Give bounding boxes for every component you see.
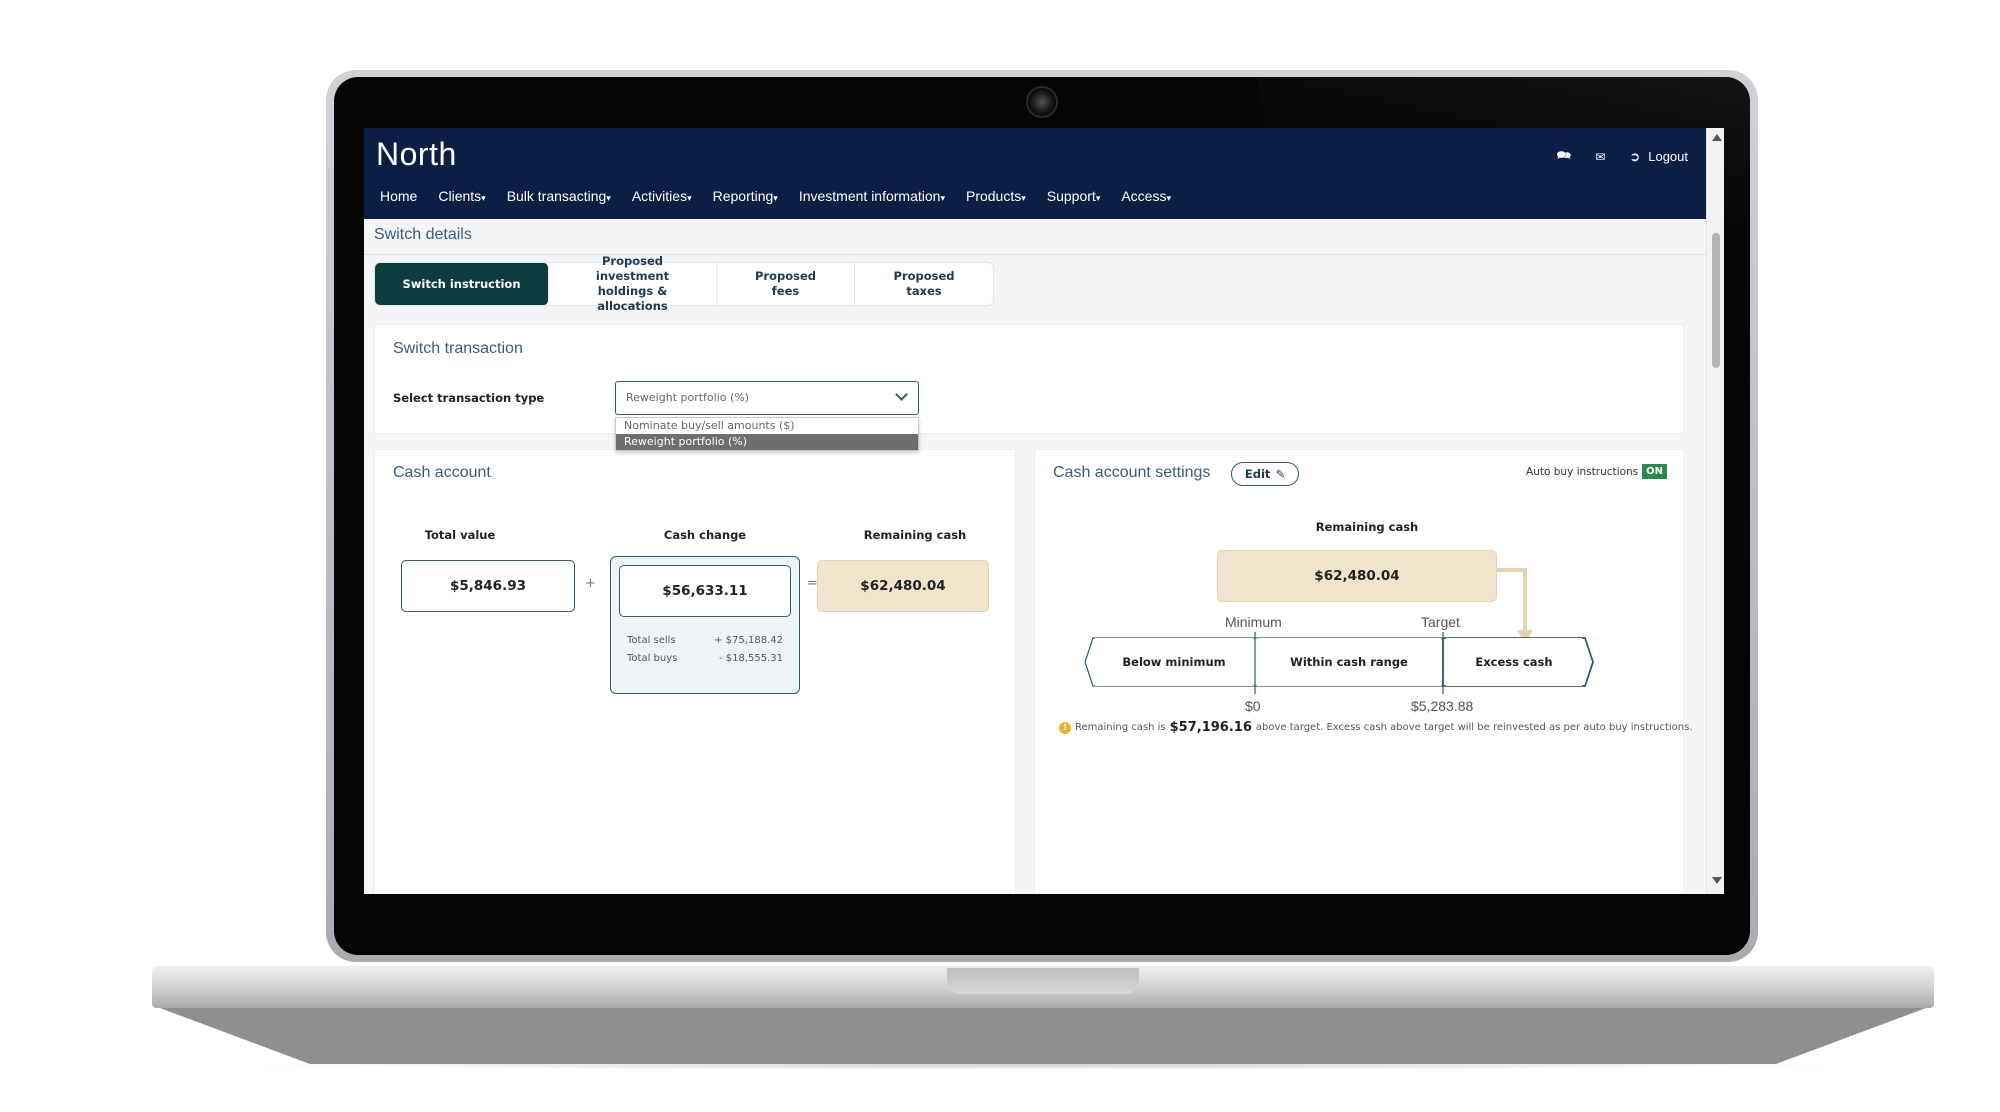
tab-proposed-holdings[interactable]: Proposed investment holdings & allocatio… <box>549 254 717 313</box>
info-amount: $57,196.16 <box>1169 720 1252 735</box>
transaction-type-value: Reweight portfolio (%) <box>626 391 750 404</box>
info-prefix: Remaining cash is <box>1075 722 1166 733</box>
cash-change-label: Cash change <box>663 528 747 542</box>
caret-down-icon: ▾ <box>1166 193 1171 203</box>
target-label: Target <box>1421 614 1460 630</box>
page-title: Switch details <box>374 226 472 243</box>
switch-transaction-panel: Switch transaction Select transaction ty… <box>374 324 1684 451</box>
nav-products[interactable]: Products▾ <box>966 188 1026 204</box>
page-header: Switch details <box>364 219 1706 255</box>
header-actions: 🗪 ✉ ➲ Logout <box>1556 146 1688 167</box>
option-nominate-amounts[interactable]: Nominate buy/sell amounts ($) <box>616 418 918 434</box>
cash-change-group: $56,633.11 Total sells + $75,188.42 Tota… <box>610 556 800 694</box>
nav-label: Home <box>380 188 418 204</box>
nav-reporting[interactable]: Reporting▾ <box>713 188 778 204</box>
laptop-notch <box>947 968 1139 994</box>
logout-button[interactable]: ➲ Logout <box>1629 149 1688 165</box>
plus-sign: + <box>585 576 596 591</box>
vertical-scrollbar[interactable] <box>1706 128 1724 894</box>
cash-change-box: $56,633.11 <box>619 565 791 617</box>
caret-down-icon: ▾ <box>773 193 778 203</box>
total-value-box: $5,846.93 <box>401 560 575 612</box>
tab-proposed-fees[interactable]: Proposed fees <box>717 263 855 305</box>
nav-label: Access <box>1121 188 1167 204</box>
caret-down-icon: ▾ <box>606 193 611 203</box>
tab-switch-instruction[interactable]: Switch instruction <box>375 263 549 305</box>
nav-label: Products <box>965 188 1022 204</box>
scroll-up-icon[interactable] <box>1712 134 1722 141</box>
switch-transaction-title: Switch transaction <box>393 340 523 357</box>
cash-settings-panel: Cash account settings Edit ✎ Auto buy in… <box>1034 449 1693 894</box>
chevron-down-icon <box>895 388 908 401</box>
nav-label: Bulk transacting <box>506 188 607 204</box>
nav-clients[interactable]: Clients▾ <box>438 188 485 204</box>
caret-down-icon: ▾ <box>481 193 486 203</box>
nav-label: Reporting <box>712 188 774 204</box>
transaction-type-label: Select transaction type <box>393 391 545 405</box>
remaining-cash-box: $62,480.04 <box>817 560 989 612</box>
nav-access[interactable]: Access▾ <box>1121 188 1171 204</box>
cash-info-message: ! Remaining cash is $57,196.16 above tar… <box>1059 720 1693 735</box>
north-app: North 🗪 ✉ ➲ Logout Home Clients▾ Bulk tr… <box>364 128 1706 894</box>
caret-down-icon: ▾ <box>1021 193 1026 203</box>
logout-icon: ➲ <box>1629 148 1641 164</box>
total-buys-label: Total buys <box>627 653 678 664</box>
nav-bulk-transacting[interactable]: Bulk transacting▾ <box>507 188 611 204</box>
laptop-mockup: North 🗪 ✉ ➲ Logout Home Clients▾ Bulk tr… <box>0 0 2000 1112</box>
total-buys-value: - $18,555.31 <box>718 653 783 664</box>
top-header: North 🗪 ✉ ➲ Logout Home Clients▾ Bulk tr… <box>364 128 1706 219</box>
info-suffix: above target. Excess cash above target w… <box>1255 722 1693 733</box>
segment-within-cash-range: Within cash range <box>1257 638 1441 686</box>
switch-tabs: Switch instruction Proposed investment h… <box>374 254 994 313</box>
total-value-label: Total value <box>424 528 496 542</box>
tab-proposed-taxes[interactable]: Proposed taxes <box>855 263 993 305</box>
cash-account-title: Cash account <box>393 464 491 481</box>
info-icon: ! <box>1059 721 1071 734</box>
target-value: $5,283.88 <box>1411 698 1474 714</box>
webcam <box>1026 86 1058 118</box>
nav-label: Investment information <box>798 188 941 204</box>
option-reweight-portfolio[interactable]: Reweight portfolio (%) <box>616 434 918 450</box>
transaction-type-dropdown: Nominate buy/sell amounts ($) Reweight p… <box>615 417 919 451</box>
segment-below-minimum: Below minimum <box>1095 638 1253 686</box>
nav-activities[interactable]: Activities▾ <box>632 188 692 204</box>
total-sells-label: Total sells <box>627 635 676 646</box>
total-sells-value: + $75,188.42 <box>714 635 783 646</box>
caret-down-icon: ▾ <box>687 193 692 203</box>
logout-label: Logout <box>1648 149 1688 164</box>
nav-label: Activities <box>631 188 688 204</box>
nav-home[interactable]: Home <box>380 188 417 204</box>
mail-icon[interactable]: ✉ <box>1595 150 1605 164</box>
caret-down-icon: ▾ <box>1095 193 1101 203</box>
scrollbar-thumb[interactable] <box>1712 233 1720 368</box>
laptop-base-bottom <box>160 1008 1926 1064</box>
nav-investment-information[interactable]: Investment information▾ <box>799 188 945 204</box>
remaining-cash-label: Remaining cash <box>863 528 967 542</box>
screen: North 🗪 ✉ ➲ Logout Home Clients▾ Bulk tr… <box>364 128 1724 894</box>
cash-account-panel: Cash account Total value Cash change Rem… <box>374 449 1016 894</box>
remaining-cash-pointer <box>1497 568 1527 632</box>
nav-support[interactable]: Support▾ <box>1047 188 1101 204</box>
transaction-type-select[interactable]: Reweight portfolio (%) <box>615 381 919 415</box>
chat-icon[interactable]: 🗪 <box>1556 146 1571 167</box>
nav-label: Clients <box>438 188 482 204</box>
segment-excess-cash: Excess cash <box>1446 638 1582 686</box>
main-nav: Home Clients▾ Bulk transacting▾ Activiti… <box>380 188 1192 204</box>
scroll-down-icon[interactable] <box>1712 877 1722 884</box>
minimum-label: Minimum <box>1225 614 1282 630</box>
caret-down-icon: ▾ <box>940 193 945 203</box>
nav-label: Support <box>1046 188 1096 204</box>
minimum-value: $0 <box>1245 698 1261 714</box>
north-logo[interactable]: North <box>376 136 457 173</box>
